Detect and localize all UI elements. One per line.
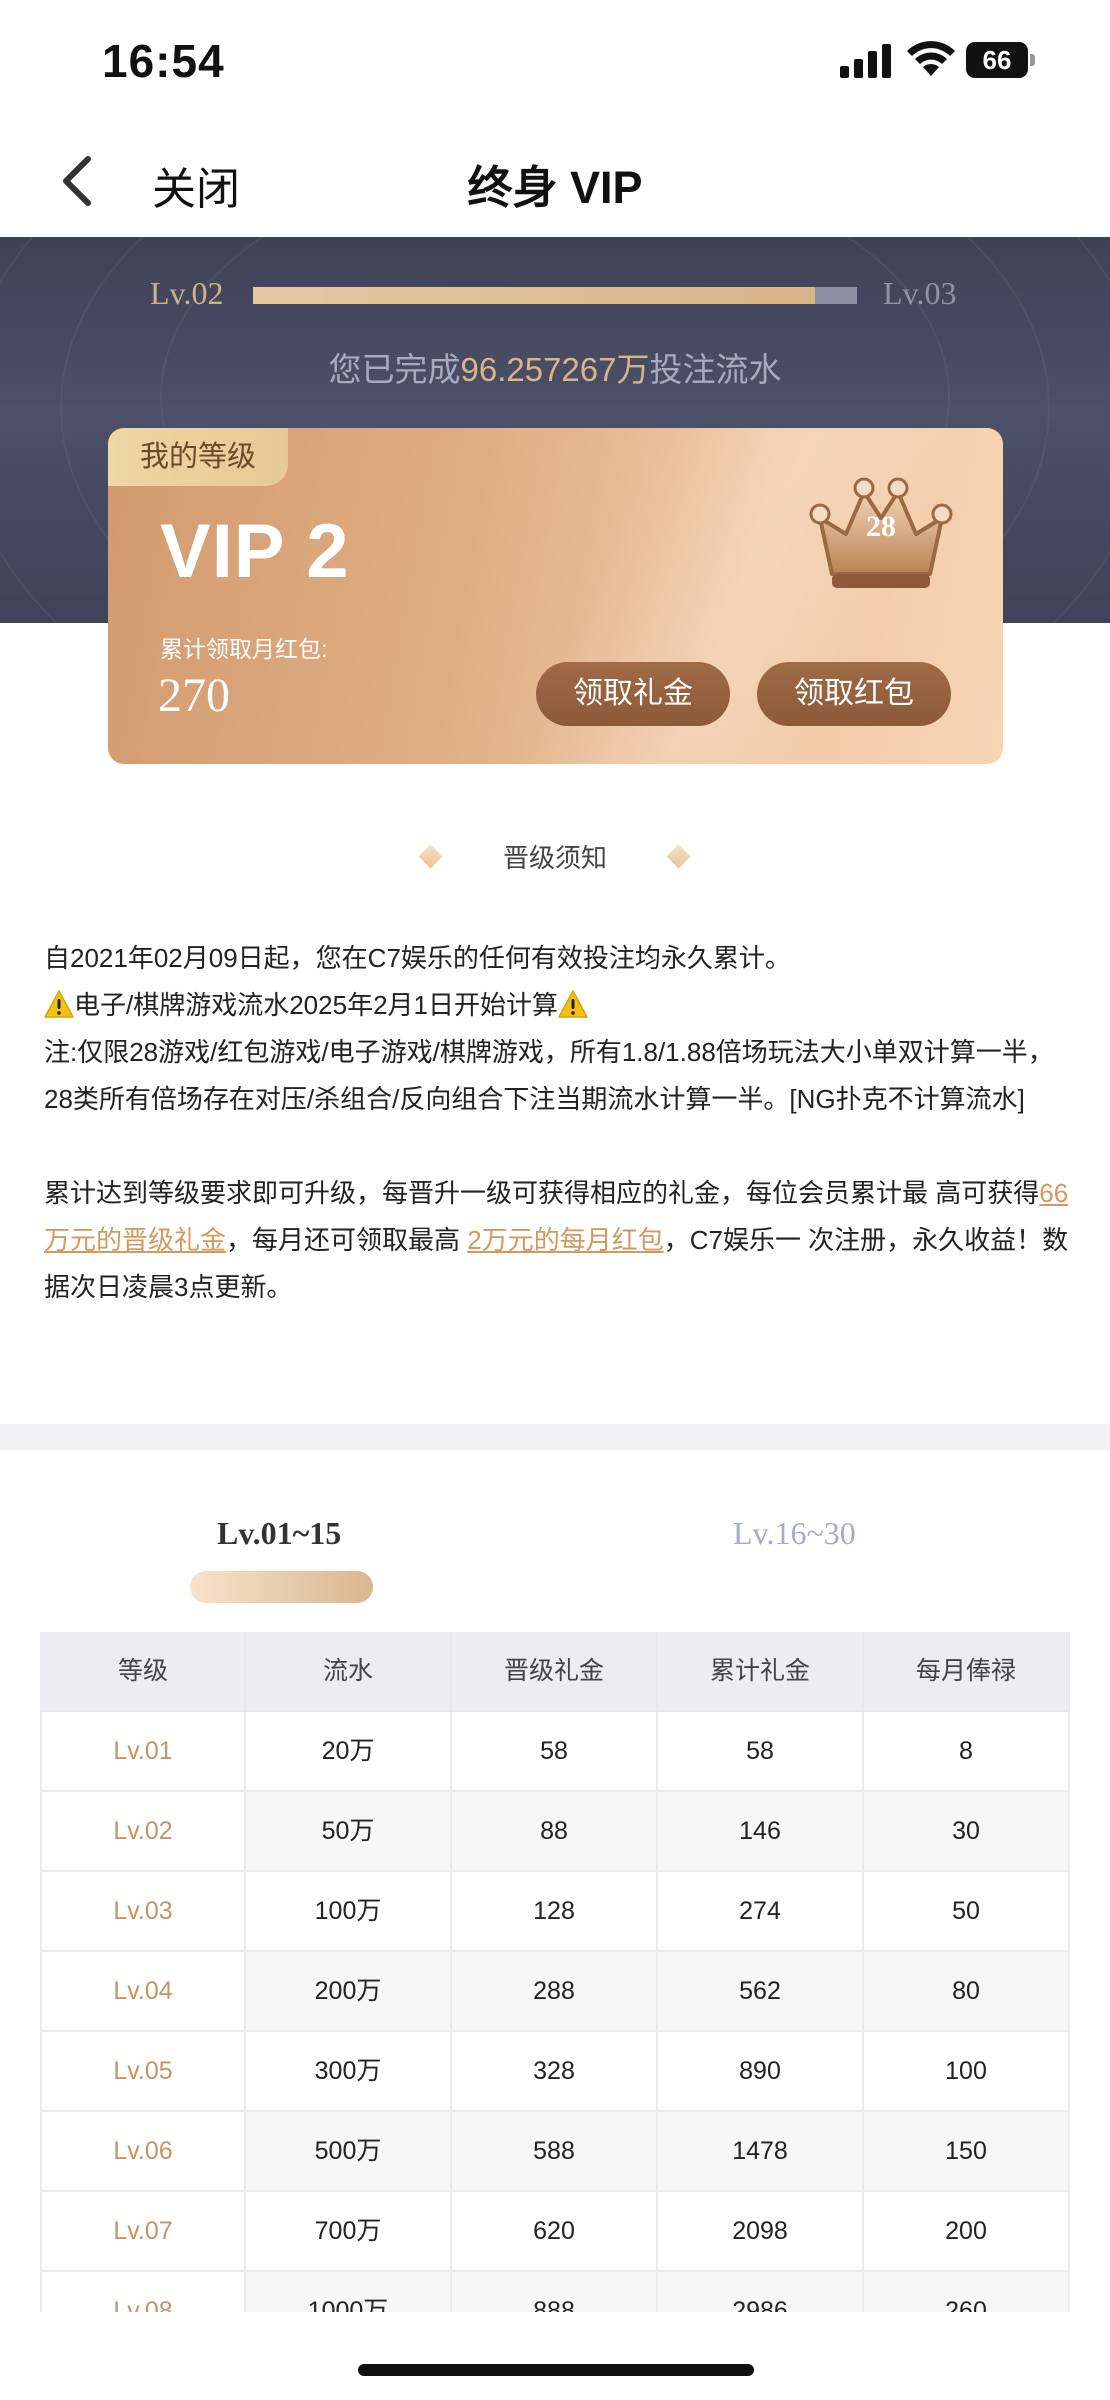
rules-p2-text-a: 累计达到等级要求即可升级，每晋升一级可获得相应的礼金，每位会员累计最 高可获得 [44,1178,1040,1208]
column-header: 流水 [246,1632,452,1712]
column-header: 累计礼金 [658,1632,864,1712]
rules-line-3: 注:仅限28游戏/红包游戏/电子游戏/棋牌游戏，所有1.8/1.88倍场玩法大小… [44,1037,1054,1114]
table-cell: 100 [864,2032,1070,2112]
table-cell-level: Lv.03 [40,1872,246,1952]
turnover-prefix: 您已完成 [328,351,461,388]
table-cell: 30 [864,1792,1070,1872]
tab-lv-16-30[interactable]: Lv.16~30 [733,1515,856,1552]
rules-paragraph-2: 累计达到等级要求即可升级，每晋升一级可获得相应的礼金，每位会员累计最 高可获得6… [44,1170,1074,1311]
warning-icon [558,990,588,1018]
current-level-label: Lv.02 [150,275,224,311]
bottom-safe-area [0,2312,1110,2400]
notice-heading: 晋级须知 [0,838,1110,878]
table-cell: 700万 [246,2192,452,2272]
column-header: 每月俸禄 [864,1632,1070,1712]
status-bar: 16:54 66 [0,0,1110,125]
turnover-suffix: 投注流水 [649,351,782,388]
table-cell: 50万 [246,1792,452,1872]
table-row: Lv.06 500万 588 1478 150 [40,2112,1070,2192]
table-cell: 200 [864,2192,1070,2272]
monthly-redpack-link[interactable]: 2万元的每月红包 [467,1225,663,1255]
wifi-icon [907,41,955,76]
table-cell: 300万 [246,2032,452,2112]
table-cell-level: Lv.02 [40,1792,246,1872]
table-cell: 50 [864,1872,1070,1952]
turnover-amount: 96.257267万 [460,351,650,388]
claim-gift-button[interactable]: 领取礼金 [536,662,730,726]
rules-line-2-text: 电子/棋牌游戏流水2025年2月1日开始计算 [74,990,558,1020]
rules-line-2: 电子/棋牌游戏流水2025年2月1日开始计算 [44,982,1074,1029]
table-header-row: 等级 流水 晋级礼金 累计礼金 每月俸禄 [40,1632,1070,1712]
battery-icon: 66 [966,42,1036,78]
table-cell: 146 [658,1792,864,1872]
page-title: 终身 VIP [467,162,643,213]
table-cell: 328 [452,2032,658,2112]
battery-level: 66 [966,42,1028,78]
section-divider [0,1424,1110,1450]
table-cell: 588 [452,2112,658,2192]
crown-badge-number: 28 [866,510,896,543]
table-cell: 274 [658,1872,864,1952]
table-cell: 58 [658,1712,864,1792]
vip-level-value: VIP 2 [160,509,350,594]
table-cell-level: Lv.05 [40,2032,246,2112]
next-level-label: Lv.03 [883,275,957,311]
level-progress-bar [253,287,857,304]
nav-bar: 关闭 终身 VIP [0,125,1110,237]
table-row: Lv.02 50万 88 146 30 [40,1792,1070,1872]
column-header: 晋级礼金 [452,1632,658,1712]
upgrade-rules: 自2021年02月09日起，您在C7娱乐的任何有效投注均永久累计。 电子/棋牌游… [44,935,1074,1311]
table-row: Lv.05 300万 328 890 100 [40,2032,1070,2112]
table-cell: 80 [864,1952,1070,2032]
table-cell: 20万 [246,1712,452,1792]
redpack-total-value: 270 [158,669,230,722]
claim-redpack-button[interactable]: 领取红包 [757,662,951,726]
vip-level-card: 我的等级 VIP 2 28 累计领取月红包: 270 领取礼金 领取红包 [108,428,1003,764]
table-cell: 620 [452,2192,658,2272]
cellular-signal-icon [840,44,891,78]
table-cell: 58 [452,1712,658,1792]
table-cell: 500万 [246,2112,452,2192]
table-cell-level: Lv.07 [40,2192,246,2272]
warning-icon [44,990,74,1018]
table-cell: 8 [864,1712,1070,1792]
table-cell: 890 [658,2032,864,2112]
level-progress-fill [253,287,815,304]
home-indicator[interactable] [358,2364,754,2376]
status-time: 16:54 [102,35,225,87]
table-cell-level: Lv.01 [40,1712,246,1792]
table-cell: 200万 [246,1952,452,2032]
redpack-total-label: 累计领取月红包: [160,636,328,662]
column-header: 等级 [40,1632,246,1712]
table-cell: 100万 [246,1872,452,1952]
table-row: Lv.03 100万 128 274 50 [40,1872,1070,1952]
turnover-summary: 您已完成96.257267万投注流水 [0,343,1110,391]
table-cell: 128 [452,1872,658,1952]
rules-line-1: 自2021年02月09日起，您在C7娱乐的任何有效投注均永久累计。 [44,943,791,973]
notice-title: 晋级须知 [502,843,607,873]
table-cell: 88 [452,1792,658,1872]
table-cell: 2098 [658,2192,864,2272]
table-row: Lv.04 200万 288 562 80 [40,1952,1070,2032]
table-cell: 288 [452,1952,658,2032]
my-level-tag: 我的等级 [108,428,288,486]
table-cell: 150 [864,2112,1070,2192]
table-cell: 1478 [658,2112,864,2192]
table-cell-level: Lv.04 [40,1952,246,2032]
table-row: Lv.01 20万 58 58 8 [40,1712,1070,1792]
vip-level-table: 等级 流水 晋级礼金 累计礼金 每月俸禄 Lv.01 20万 58 58 8 L… [40,1632,1070,2352]
table-cell-level: Lv.06 [40,2112,246,2192]
table-cell: 562 [658,1952,864,2032]
table-row: Lv.07 700万 620 2098 200 [40,2192,1070,2272]
active-tab-indicator [190,1571,373,1603]
tab-lv-01-15[interactable]: Lv.01~15 [217,1515,341,1552]
rules-p2-text-b: ，每月还可领取最高 [226,1225,468,1255]
